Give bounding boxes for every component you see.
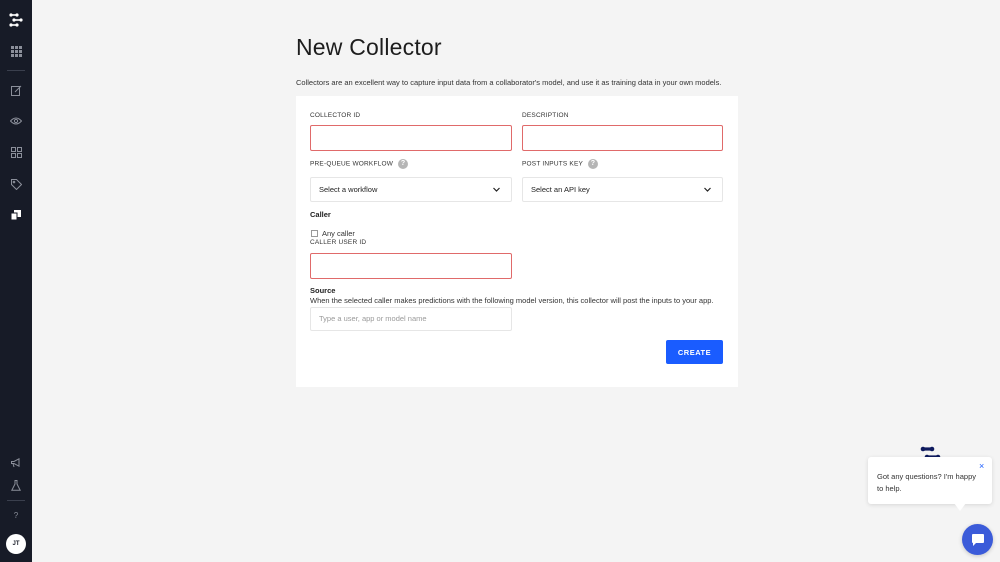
apps-grid-icon[interactable]: [8, 43, 24, 59]
any-caller-label: Any caller: [322, 229, 355, 238]
collectors-icon[interactable]: [8, 207, 24, 223]
source-heading: Source: [310, 286, 336, 295]
create-button[interactable]: CREATE: [666, 340, 723, 364]
caller-heading: Caller: [310, 210, 331, 219]
caller-user-id-label: CALLER USER ID: [310, 239, 367, 246]
flask-icon[interactable]: [8, 477, 24, 493]
source-description: When the selected caller makes predictio…: [310, 296, 714, 305]
chat-icon: [971, 533, 984, 546]
megaphone-icon[interactable]: [8, 455, 24, 471]
close-icon[interactable]: ×: [979, 462, 984, 471]
pre-queue-workflow-label-text: PRE-QUEUE WORKFLOW: [310, 160, 394, 168]
source-search-input[interactable]: Type a user, app or model name: [310, 307, 512, 331]
help-icon[interactable]: ?: [8, 507, 24, 523]
pre-queue-workflow-label: PRE-QUEUE WORKFLOW?: [310, 159, 409, 169]
page-description: Collectors are an excellent way to captu…: [296, 78, 722, 87]
description-label: DESCRIPTION: [522, 112, 569, 119]
tag-icon[interactable]: [8, 176, 24, 192]
post-inputs-key-label-text: POST INPUTS KEY: [522, 160, 584, 168]
sidebar: ? JT: [0, 0, 32, 562]
chat-launcher-button[interactable]: [962, 524, 993, 555]
help-icon[interactable]: ?: [588, 159, 599, 169]
pre-queue-workflow-select[interactable]: Select a workflow: [310, 177, 512, 202]
collector-id-label: COLLECTOR ID: [310, 112, 361, 119]
eye-icon[interactable]: [8, 113, 24, 129]
collector-id-input[interactable]: [310, 125, 512, 151]
avatar[interactable]: JT: [6, 534, 26, 554]
collector-form-card: COLLECTOR ID DESCRIPTION PRE-QUEUE WORKF…: [296, 96, 738, 387]
sidebar-divider: [7, 70, 25, 71]
caller-user-id-input[interactable]: [310, 253, 512, 279]
help-icon[interactable]: ?: [398, 159, 409, 169]
chat-message: Got any questions? I'm happy to help.: [877, 472, 976, 493]
edit-icon[interactable]: [8, 82, 24, 98]
page-title: New Collector: [296, 34, 442, 60]
sidebar-divider: [7, 500, 25, 501]
post-inputs-key-select[interactable]: Select an API key: [522, 177, 723, 202]
chat-message-bubble[interactable]: Got any questions? I'm happy to help.: [868, 457, 992, 504]
post-inputs-key-label: POST INPUTS KEY?: [522, 159, 599, 169]
post-inputs-key-value: Select an API key: [531, 185, 590, 194]
chevron-down-icon: [493, 187, 500, 192]
clarifai-logo-icon[interactable]: [8, 12, 24, 28]
chevron-down-icon: [704, 187, 711, 192]
description-input[interactable]: [522, 125, 723, 151]
chat-bubble-tail: [954, 503, 966, 511]
dashboard-grid-icon[interactable]: [8, 144, 24, 160]
any-caller-checkbox[interactable]: [311, 230, 318, 237]
pre-queue-workflow-value: Select a workflow: [319, 185, 378, 194]
